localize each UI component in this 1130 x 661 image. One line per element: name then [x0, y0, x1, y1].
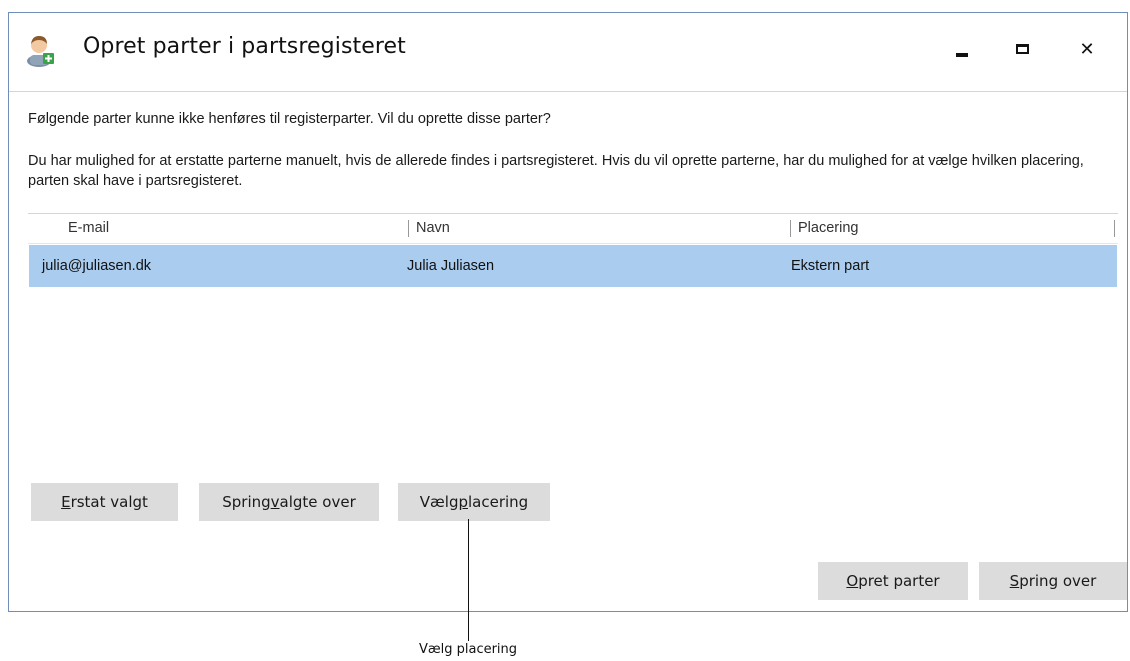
callout-line: [468, 519, 469, 641]
table-row[interactable]: julia@juliasen.dk Julia Juliasen Ekstern…: [29, 245, 1117, 287]
skip-button[interactable]: Spring over: [979, 562, 1127, 600]
callout-label: Vælg placering: [418, 642, 518, 657]
column-divider: [1114, 220, 1115, 237]
cell-name: Julia Juliasen: [407, 258, 495, 274]
cell-email: julia@juliasen.dk: [42, 258, 152, 274]
column-header-placement[interactable]: Placering: [790, 220, 858, 237]
dialog-window: Opret parter i partsregisteret ✕ Følgend…: [8, 12, 1128, 612]
replace-selected-button[interactable]: Erstat valgt: [31, 483, 178, 521]
maximize-button[interactable]: [999, 31, 1045, 67]
minimize-icon: [956, 53, 968, 57]
skip-selected-button[interactable]: Spring v algte over: [199, 483, 379, 521]
column-header-email[interactable]: E-mail: [68, 214, 109, 243]
instruction-message: Du har mulighed for at erstatte parterne…: [28, 153, 1084, 189]
choose-placement-button[interactable]: Vælg p lacering: [398, 483, 550, 521]
close-icon: ✕: [1079, 38, 1095, 60]
user-add-icon: [27, 36, 54, 67]
window-title: Opret parter i partsregisteret: [83, 34, 406, 59]
parties-table: E-mail Navn Placering julia@juliasen.dk …: [28, 213, 1118, 453]
minimize-button[interactable]: [939, 31, 985, 67]
info-message: Følgende parter kunne ikke henføres til …: [28, 111, 551, 127]
maximize-icon: [1015, 44, 1029, 54]
table-header: E-mail Navn Placering: [28, 213, 1118, 244]
cell-placement: Ekstern part: [791, 258, 870, 274]
close-button[interactable]: ✕: [1064, 31, 1110, 67]
title-separator: [9, 91, 1127, 92]
title-bar: Opret parter i partsregisteret ✕: [9, 13, 1127, 83]
column-header-name[interactable]: Navn: [408, 220, 450, 237]
create-parties-button[interactable]: Opret parter: [818, 562, 968, 600]
